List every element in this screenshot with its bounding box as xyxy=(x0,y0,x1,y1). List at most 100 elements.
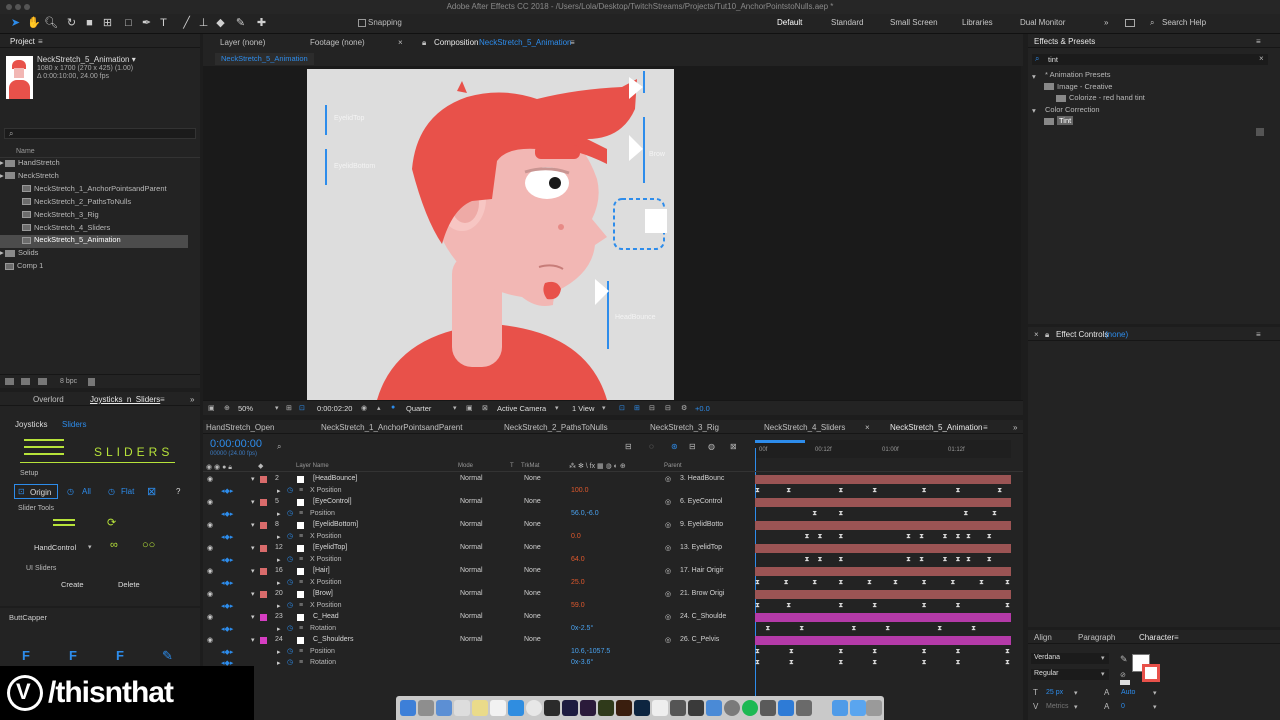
graph-editor-icon[interactable]: ⊠ xyxy=(730,442,737,451)
mask-visibility-icon[interactable]: ⊡ xyxy=(299,404,305,412)
track-matte-dropdown[interactable]: None xyxy=(524,475,541,482)
disclosure-triangle-icon[interactable]: ▸ xyxy=(277,487,281,495)
sync-settings-icon[interactable] xyxy=(1125,19,1135,27)
timeline-layer-row[interactable]: ◉ ▾ 16 [Hair] Normal None ◎ 17. Hair Origir xyxy=(203,566,1023,578)
keyframe-icon[interactable]: ⧗ xyxy=(922,648,928,655)
timeline-icon[interactable]: ⊟ xyxy=(649,404,655,412)
keyframe-icon[interactable]: ⧗ xyxy=(919,533,925,540)
font-family-dropdown[interactable]: Verdana ▾ xyxy=(1031,653,1109,664)
col-mode[interactable]: Mode xyxy=(458,463,473,469)
expression-icon[interactable]: ≡ xyxy=(299,579,303,586)
eraser-tool-icon[interactable]: ◆ xyxy=(214,17,227,30)
keyframe-icon[interactable]: ⧗ xyxy=(786,602,792,609)
chrome-icon[interactable] xyxy=(526,700,542,716)
clone-stamp-tool-icon[interactable]: ⊥ xyxy=(197,17,210,30)
project-item[interactable]: NeckStretch_4_Sliders xyxy=(0,223,188,236)
tab-joysticks-n-sliders[interactable]: Joysticks_n_Sliders xyxy=(90,395,160,404)
keyframe-icon[interactable]: ⧗ xyxy=(906,556,912,563)
stopwatch-icon[interactable]: ◷ xyxy=(287,578,293,586)
trash-icon[interactable] xyxy=(88,378,95,386)
notes-icon[interactable] xyxy=(472,700,488,716)
disclosure-triangle-icon[interactable]: ▾ xyxy=(251,613,255,621)
layer-name[interactable]: [EyeControl] xyxy=(313,498,352,505)
workspace-default[interactable]: Default xyxy=(777,18,802,27)
new-folder-icon[interactable] xyxy=(21,378,30,385)
pan-behind-tool-icon[interactable]: ⊞ xyxy=(101,17,114,30)
app2-icon[interactable] xyxy=(688,700,704,716)
buttcapper-label[interactable]: ButtCapper xyxy=(9,613,47,622)
project-search-input[interactable]: ⌕ xyxy=(4,128,196,139)
app3-icon[interactable] xyxy=(706,700,722,716)
textedit-icon[interactable] xyxy=(652,700,668,716)
keyframe-icon[interactable]: ⧗ xyxy=(919,556,925,563)
show-channel-icon[interactable]: ▴ xyxy=(377,404,381,412)
snapshot-icon[interactable]: ◉ xyxy=(361,404,367,412)
pickwhip-icon[interactable]: ◎ xyxy=(665,498,671,506)
panel-expand-icon[interactable]: » xyxy=(190,395,194,404)
tab-layer-none[interactable]: Layer (none) xyxy=(220,38,265,47)
effect-controls-target[interactable]: (none) xyxy=(1105,330,1128,339)
stopwatch-icon[interactable]: ◷ xyxy=(287,486,293,494)
timeline-property-row[interactable]: ◂◆▸ ▸ ◷ ≡ Position 10.6,-1057.5 ⧗ ⧗ ⧗ ⧗ ⧗ ⧗ ⧗ xyxy=(203,647,1023,659)
property-value[interactable]: 10.6,-1057.5 xyxy=(571,648,610,655)
layer-duration-bar[interactable] xyxy=(755,567,1011,576)
app6-icon[interactable] xyxy=(778,700,794,716)
finder-icon[interactable] xyxy=(400,700,416,716)
project-item[interactable]: Comp 1 xyxy=(0,261,188,274)
illustrator-icon[interactable] xyxy=(616,700,632,716)
tab-paragraph[interactable]: Paragraph xyxy=(1078,633,1115,642)
keyframe-icon[interactable]: ⧗ xyxy=(922,579,928,586)
keyframe-navigator-icon[interactable]: ◂◆▸ xyxy=(221,533,233,541)
timeline-tab-handstretch[interactable]: HandStretch_Open xyxy=(206,423,275,432)
col-layer-name[interactable]: Layer Name xyxy=(296,463,329,469)
terminal-icon[interactable] xyxy=(544,700,560,716)
keyframe-icon[interactable]: ⧗ xyxy=(956,487,962,494)
handcontrol-dropdown[interactable]: HandControl xyxy=(34,543,76,552)
timeline-timecode[interactable]: 0:00:00:00 xyxy=(210,438,262,450)
visibility-eye-icon[interactable]: ◉ xyxy=(207,590,213,598)
keyframe-icon[interactable]: ⧗ xyxy=(755,579,761,586)
reminders-icon[interactable] xyxy=(490,700,506,716)
tab-footage-none[interactable]: Footage (none) xyxy=(310,38,365,47)
parent-dropdown[interactable]: 13. EyelidTop xyxy=(680,544,722,551)
track-matte-dropdown[interactable]: None xyxy=(524,521,541,528)
timeline-layer-row[interactable]: ◉ ▾ 24 C_Shoulders Normal None ◎ 26. C_Pelvis xyxy=(203,635,1023,647)
keyframe-icon[interactable]: ⧗ xyxy=(755,487,761,494)
disclosure-triangle-icon[interactable]: ▾ xyxy=(251,590,255,598)
time-ruler[interactable]: 00f 00:12f 01:00f 01:12f xyxy=(755,440,1011,458)
keyframe-icon[interactable]: ⧗ xyxy=(765,625,771,632)
delete-button[interactable]: Delete xyxy=(118,580,140,589)
layer-name[interactable]: [EyelidBottom] xyxy=(313,521,358,528)
layer-name[interactable]: [Hair] xyxy=(313,567,330,574)
camera-tool-icon[interactable]: ■ xyxy=(83,17,96,30)
rectangle-tool-icon[interactable]: □ xyxy=(122,17,135,30)
keyframe-icon[interactable]: ⧗ xyxy=(966,556,972,563)
keyframe-icon[interactable]: ⧗ xyxy=(872,602,878,609)
label-color-swatch[interactable] xyxy=(260,522,267,529)
snapping-checkbox[interactable] xyxy=(358,19,366,27)
keyframe-icon[interactable]: ⧗ xyxy=(922,659,928,666)
views-chevron-icon[interactable]: ▾ xyxy=(602,404,606,412)
expression-icon[interactable]: ≡ xyxy=(299,533,303,540)
expression-icon[interactable]: ≡ xyxy=(299,487,303,494)
flat-button[interactable]: Flat xyxy=(121,487,134,496)
project-item[interactable]: ▸ HandStretch xyxy=(0,158,188,171)
expression-icon[interactable]: ≡ xyxy=(299,556,303,563)
property-value[interactable]: 25.0 xyxy=(571,579,585,586)
keyframe-icon[interactable]: ⧗ xyxy=(838,579,844,586)
layer-duration-bar[interactable] xyxy=(755,498,1011,507)
timeline-layer-row[interactable]: ◉ ▾ 2 [HeadBounce] Normal None ◎ 3. HeadBounc xyxy=(203,474,1023,486)
keyframe-icon[interactable]: ⧗ xyxy=(799,625,805,632)
property-value[interactable]: 64.0 xyxy=(571,556,585,563)
origin-button[interactable]: ⊡ Origin xyxy=(14,484,58,499)
disclosure-triangle-icon[interactable]: ▾ xyxy=(251,567,255,575)
layer-duration-bar[interactable] xyxy=(755,636,1011,645)
layer-name[interactable]: [EyelidTop] xyxy=(313,544,347,551)
property-value[interactable]: 100.0 xyxy=(571,487,589,494)
pickwhip-icon[interactable]: ◎ xyxy=(665,590,671,598)
layer-duration-bar[interactable] xyxy=(755,544,1011,553)
lock-icon[interactable]: 🔒︎ xyxy=(1045,330,1049,340)
resolution-dropdown[interactable]: Quarter xyxy=(406,404,431,413)
label-color-swatch[interactable] xyxy=(260,476,267,483)
new-comp-icon[interactable] xyxy=(38,378,47,385)
